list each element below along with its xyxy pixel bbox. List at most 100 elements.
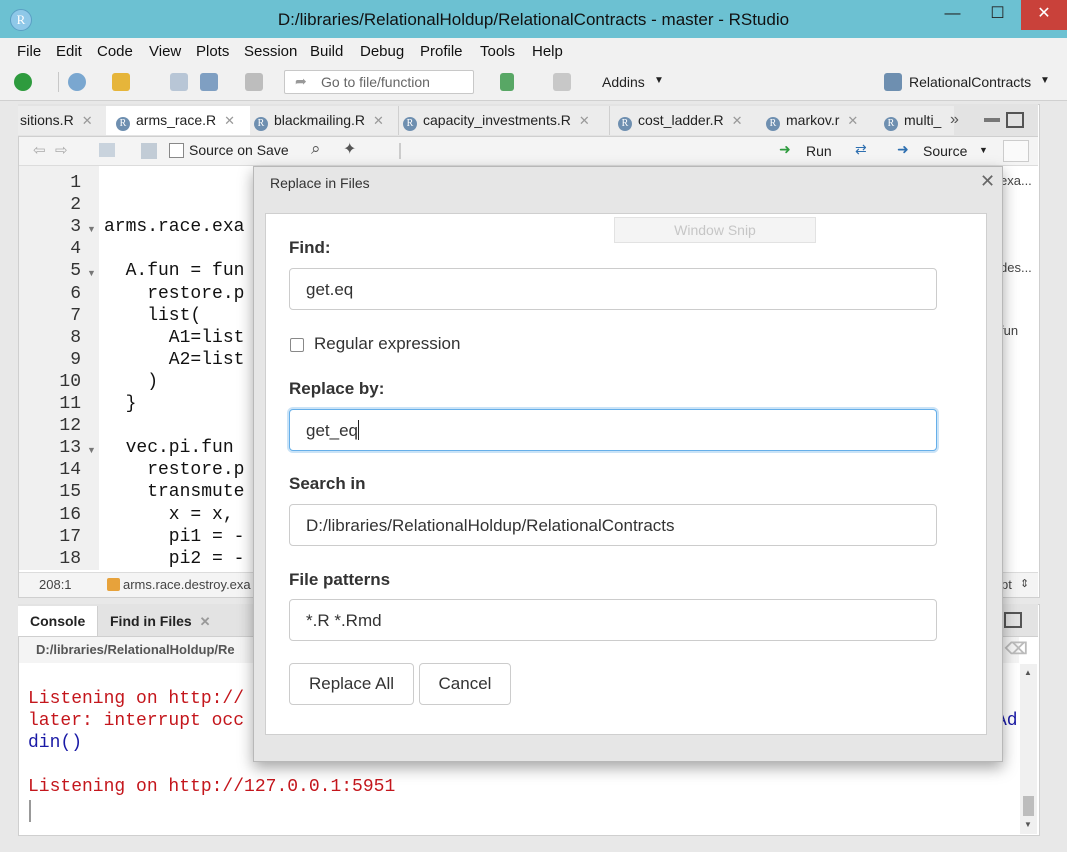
file-patterns-label: File patterns: [289, 570, 391, 589]
minimize-button[interactable]: —: [930, 0, 975, 30]
scroll-up-icon[interactable]: ▲: [1024, 668, 1032, 677]
tab-arms-race[interactable]: Rarms_race.R ✕: [106, 106, 251, 135]
chevron-down-icon[interactable]: ▼: [979, 145, 988, 155]
replace-input[interactable]: get_eq: [289, 409, 937, 451]
close-icon[interactable]: ✕: [200, 614, 211, 629]
open-folder-icon[interactable]: [112, 73, 130, 91]
project-menu[interactable]: RelationalContracts: [909, 74, 1031, 90]
regex-label[interactable]: Regular expression: [314, 334, 460, 354]
forward-icon[interactable]: ⇨: [55, 141, 68, 159]
regex-checkbox[interactable]: [290, 338, 304, 352]
tab-sitions[interactable]: sitions.R ✕: [18, 106, 107, 135]
cancel-button[interactable]: Cancel: [419, 663, 511, 705]
git-icon[interactable]: [500, 73, 514, 91]
menu-build[interactable]: Build: [310, 43, 343, 60]
working-directory[interactable]: D:/libraries/RelationalHoldup/Re: [36, 642, 235, 657]
function-scope[interactable]: arms.race.destroy.exa: [123, 577, 251, 592]
code-line: pi2 = -: [104, 548, 245, 569]
source-on-save-checkbox[interactable]: [169, 143, 184, 158]
close-window-button[interactable]: ✕: [1021, 0, 1067, 30]
close-icon[interactable]: ✕: [732, 113, 743, 128]
tab-label: cost_ladder.R: [638, 112, 724, 128]
tab-capacity-investments[interactable]: Rcapacity_investments.R ✕: [399, 106, 610, 135]
source-arrow-icon: ➜: [897, 141, 909, 157]
tab-label: Console: [30, 613, 86, 629]
save-icon[interactable]: [141, 143, 157, 159]
tab-console[interactable]: Console: [18, 606, 99, 636]
line-number: 5: [70, 261, 81, 282]
fold-arrow-icon[interactable]: ▼: [87, 268, 96, 278]
replace-value: get_eq: [306, 421, 358, 440]
menu-view[interactable]: View: [149, 43, 181, 60]
save-icon[interactable]: [170, 73, 188, 91]
find-input[interactable]: get.eq: [289, 268, 937, 310]
outline-item[interactable]: des...: [1000, 260, 1032, 275]
main-toolbar: ➦ Go to file/function Addins ▼ Relationa…: [0, 64, 1067, 101]
addins-menu[interactable]: Addins: [602, 74, 645, 90]
close-icon[interactable]: ✕: [847, 113, 858, 128]
close-icon[interactable]: ✕: [82, 113, 93, 128]
console-scrollbar[interactable]: ▲ ▼: [1020, 664, 1037, 834]
menu-edit[interactable]: Edit: [56, 43, 82, 60]
line-number: 3: [70, 217, 81, 238]
line-number: 17: [59, 526, 81, 547]
tab-multi[interactable]: Rmulti_: [876, 106, 954, 135]
new-file-icon[interactable]: [14, 73, 32, 91]
scroll-thumb[interactable]: [1023, 796, 1034, 816]
r-file-icon: R: [884, 117, 898, 131]
close-icon[interactable]: ✕: [579, 113, 590, 128]
show-in-window-icon[interactable]: [99, 143, 115, 157]
close-icon[interactable]: ✕: [224, 113, 235, 128]
fold-arrow-icon[interactable]: ▼: [87, 224, 96, 234]
fold-arrow-icon[interactable]: ▼: [87, 445, 96, 455]
tab-cost-ladder[interactable]: Rcost_ladder.R ✕: [610, 106, 759, 135]
menu-debug[interactable]: Debug: [360, 43, 404, 60]
console-line: din(): [28, 733, 83, 753]
tab-blackmailing[interactable]: Rblackmailing.R ✕: [250, 106, 399, 135]
maximize-pane-icon[interactable]: [1006, 112, 1024, 128]
line-number: 12: [59, 416, 81, 437]
menu-plots[interactable]: Plots: [196, 43, 229, 60]
menu-help[interactable]: Help: [532, 43, 563, 60]
more-tabs-icon[interactable]: »: [950, 111, 959, 129]
file-patterns-input[interactable]: *.R *.Rmd: [289, 599, 937, 641]
outline-item[interactable]: exa...: [1000, 173, 1032, 188]
tab-markov[interactable]: Rmarkov.r ✕: [758, 106, 881, 135]
clear-console-icon[interactable]: ⌫: [1005, 639, 1028, 659]
toolbar-separator: [58, 72, 59, 92]
menu-profile[interactable]: Profile: [420, 43, 463, 60]
run-button[interactable]: Run: [806, 143, 832, 159]
back-icon[interactable]: ⇦: [33, 141, 46, 159]
text-caret: [358, 420, 359, 440]
pane-layout-icon[interactable]: [553, 73, 571, 91]
line-number: 16: [59, 504, 81, 525]
rerun-icon[interactable]: ⇄: [855, 141, 867, 158]
goto-file-input[interactable]: ➦ Go to file/function: [284, 70, 474, 94]
compile-report-icon[interactable]: [399, 143, 415, 159]
close-icon[interactable]: ✕: [980, 171, 995, 192]
r-file-icon: R: [618, 117, 632, 131]
maximize-pane-icon[interactable]: [1004, 612, 1022, 628]
minimize-pane-icon[interactable]: [984, 118, 1000, 122]
menu-tools[interactable]: Tools: [480, 43, 515, 60]
menu-code[interactable]: Code: [97, 43, 133, 60]
chevron-down-icon: ▼: [654, 75, 664, 86]
menu-session[interactable]: Session: [244, 43, 297, 60]
cursor-position: 208:1: [39, 577, 72, 592]
replace-all-button[interactable]: Replace All: [289, 663, 414, 705]
replace-in-files-dialog: Replace in Files ✕ Find: get.eq Regular …: [253, 166, 1003, 762]
new-project-icon[interactable]: [68, 73, 86, 91]
close-icon[interactable]: ✕: [373, 113, 384, 128]
maximize-button[interactable]: ☐: [975, 0, 1020, 30]
search-icon[interactable]: ⌕: [311, 139, 321, 159]
menu-file[interactable]: File: [17, 43, 41, 60]
source-button[interactable]: Source: [923, 143, 967, 159]
tab-find-in-files[interactable]: Find in Files ✕: [98, 606, 223, 636]
outline-toggle-icon[interactable]: [1003, 140, 1029, 162]
magic-wand-icon[interactable]: ✦: [343, 139, 356, 159]
print-icon[interactable]: [245, 73, 263, 91]
scroll-down-icon[interactable]: ▼: [1024, 820, 1032, 829]
search-in-input[interactable]: D:/libraries/RelationalHoldup/Relational…: [289, 504, 937, 546]
save-all-icon[interactable]: [200, 73, 218, 91]
console-line: Listening on http://127.0.0.1:5951: [28, 777, 396, 797]
